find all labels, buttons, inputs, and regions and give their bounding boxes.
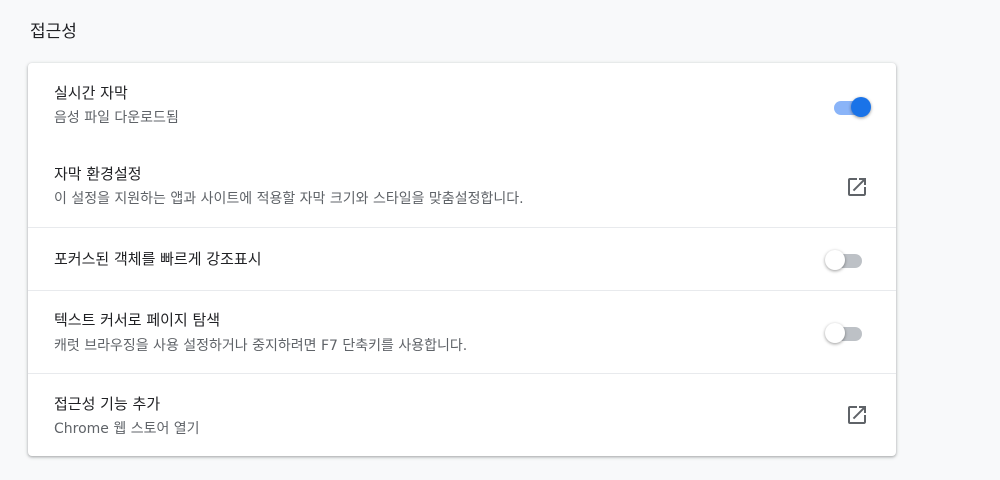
external-link-icon[interactable] [845,403,869,427]
setting-row-caption-preferences[interactable]: 자막 환경설정 이 설정을 지원하는 앱과 사이트에 적용할 자막 크기와 스타… [28,145,896,227]
setting-row-add-accessibility-features[interactable]: 접근성 기능 추가 Chrome 웹 스토어 열기 [28,373,896,456]
setting-title: 포커스된 객체를 빠르게 강조표시 [54,250,262,268]
setting-subtitle: 캐럿 브라우징을 사용 설정하거나 중지하려면 F7 단축키를 사용합니다. [54,338,468,354]
toggle-knob [851,97,871,117]
setting-title: 텍스트 커서로 페이지 탐색 [54,311,221,329]
accessibility-settings-card: 실시간 자막 음성 파일 다운로드됨 자막 환경설정 이 설정을 지원하는 앱과… [28,63,896,456]
section-title: 접근성 [30,22,77,42]
toggle-knob [825,323,845,343]
external-link-icon[interactable] [845,175,869,199]
caret-browsing-toggle[interactable] [825,321,865,343]
setting-row-live-caption[interactable]: 실시간 자막 음성 파일 다운로드됨 [28,63,896,145]
setting-subtitle: 음성 파일 다운로드됨 [54,110,179,126]
setting-title: 접근성 기능 추가 [54,395,161,413]
toggle-knob [825,250,845,270]
setting-row-focus-highlight[interactable]: 포커스된 객체를 빠르게 강조표시 [28,227,896,290]
setting-subtitle: Chrome 웹 스토어 열기 [54,421,200,437]
focus-highlight-toggle[interactable] [825,248,865,270]
setting-title: 실시간 자막 [54,84,128,102]
live-caption-toggle[interactable] [831,95,871,117]
setting-row-caret-browsing[interactable]: 텍스트 커서로 페이지 탐색 캐럿 브라우징을 사용 설정하거나 중지하려면 F… [28,290,896,373]
setting-subtitle: 이 설정을 지원하는 앱과 사이트에 적용할 자막 크기와 스타일을 맞춤설정합… [54,191,524,207]
setting-title: 자막 환경설정 [54,165,142,183]
